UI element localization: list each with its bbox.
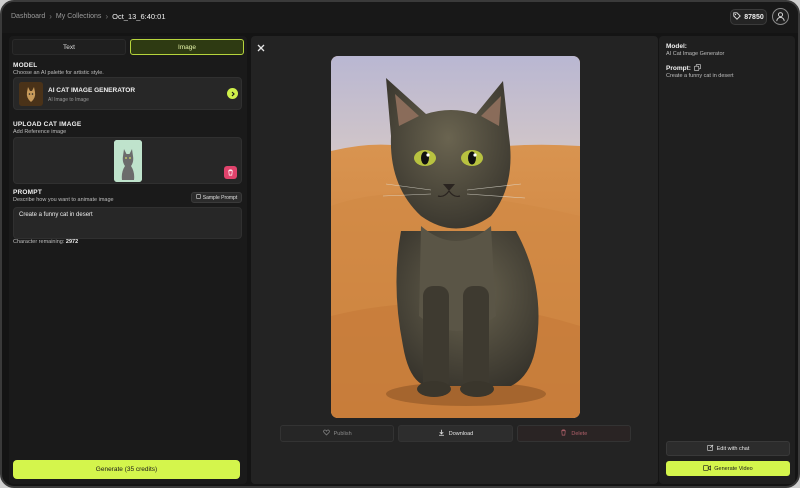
publish-label: Publish	[333, 430, 352, 437]
prompt-label: Prompt:	[666, 65, 691, 72]
image-actions: Publish Download Delete	[280, 425, 631, 442]
prompt-section-title: PROMPT	[13, 189, 43, 196]
model-thumbnail	[19, 82, 43, 106]
generate-button[interactable]: Generate (35 credits)	[13, 460, 240, 479]
generated-image	[331, 56, 580, 418]
edit-with-chat-button[interactable]: Edit with chat	[666, 441, 790, 456]
tab-image[interactable]: Image	[130, 39, 244, 55]
breadcrumb: Dashboard › My Collections › Oct_13_6:40…	[11, 12, 166, 21]
copy-icon[interactable]	[694, 64, 701, 73]
model-section-subtitle: Choose an AI palette for artistic style.	[13, 70, 104, 76]
chevron-right-icon: ›	[105, 12, 109, 21]
model-section-title: MODEL	[13, 62, 38, 69]
download-label: Download	[448, 430, 474, 437]
app-window: Dashboard › My Collections › Oct_13_6:40…	[0, 0, 800, 488]
tag-icon	[733, 12, 742, 22]
credits-badge[interactable]: 87850	[730, 9, 767, 25]
model-selector[interactable]: AI CAT IMAGE GENERATOR AI Image to Image	[13, 77, 242, 110]
user-avatar-icon[interactable]	[772, 8, 789, 25]
model-description: AI Image to Image	[48, 97, 89, 103]
reference-image-thumbnail	[114, 140, 142, 182]
prompt-value: Create a funny cat in desert	[666, 73, 734, 79]
prompt-textarea[interactable]: Create a funny cat in desert	[13, 207, 242, 239]
model-label: Model:	[666, 43, 687, 50]
trash-icon[interactable]	[224, 166, 237, 179]
model-value: AI Cat Image Generator	[666, 51, 725, 57]
edit-icon	[706, 444, 714, 453]
tab-text[interactable]: Text	[12, 39, 126, 55]
chevron-right-icon[interactable]	[227, 88, 238, 99]
publish-button[interactable]: Publish	[280, 425, 395, 442]
close-icon[interactable]	[256, 40, 266, 52]
upload-section-subtitle: Add Reference image	[13, 129, 67, 135]
edit-with-chat-label: Edit with chat	[716, 445, 750, 452]
model-name: AI CAT IMAGE GENERATOR	[48, 87, 136, 94]
trash-icon	[560, 429, 567, 438]
upload-section-title: UPLOAD CAT IMAGE	[13, 121, 82, 128]
character-remaining: Character remaining: 2972	[13, 239, 78, 245]
mode-tabs: Text Image	[12, 39, 244, 55]
sample-prompt-label: Sample Prompt	[202, 194, 238, 201]
breadcrumb-current: Oct_13_6:40:01	[112, 12, 166, 21]
sample-prompt-button[interactable]: Sample Prompt	[191, 192, 242, 203]
generate-video-label: Generate Video	[714, 465, 753, 472]
sparkle-icon	[195, 194, 201, 201]
character-remaining-count: 2972	[65, 239, 79, 245]
preview-panel: Publish Download Delete	[251, 36, 658, 484]
download-button[interactable]: Download	[398, 425, 513, 442]
left-panel: Text Image MODEL Choose an AI palette fo…	[9, 36, 247, 484]
details-panel: Model: AI Cat Image Generator Prompt: Cr…	[659, 36, 795, 484]
credits-count: 87850	[744, 13, 764, 21]
heart-icon	[322, 429, 330, 438]
generate-video-button[interactable]: Generate Video	[666, 461, 790, 476]
video-icon	[703, 464, 712, 473]
character-remaining-label: Character remaining:	[13, 239, 65, 245]
prompt-section-subtitle: Describe how you want to animate image	[13, 197, 114, 203]
prompt-label-row: Prompt:	[666, 64, 701, 73]
chevron-right-icon: ›	[49, 12, 52, 21]
breadcrumb-my-collections[interactable]: My Collections	[56, 13, 102, 20]
top-bar: Dashboard › My Collections › Oct_13_6:40…	[2, 2, 798, 33]
download-icon	[438, 429, 445, 438]
delete-label: Delete	[571, 430, 588, 437]
upload-dropzone[interactable]	[13, 137, 242, 184]
delete-button[interactable]: Delete	[516, 425, 631, 442]
breadcrumb-dashboard[interactable]: Dashboard	[11, 13, 45, 20]
